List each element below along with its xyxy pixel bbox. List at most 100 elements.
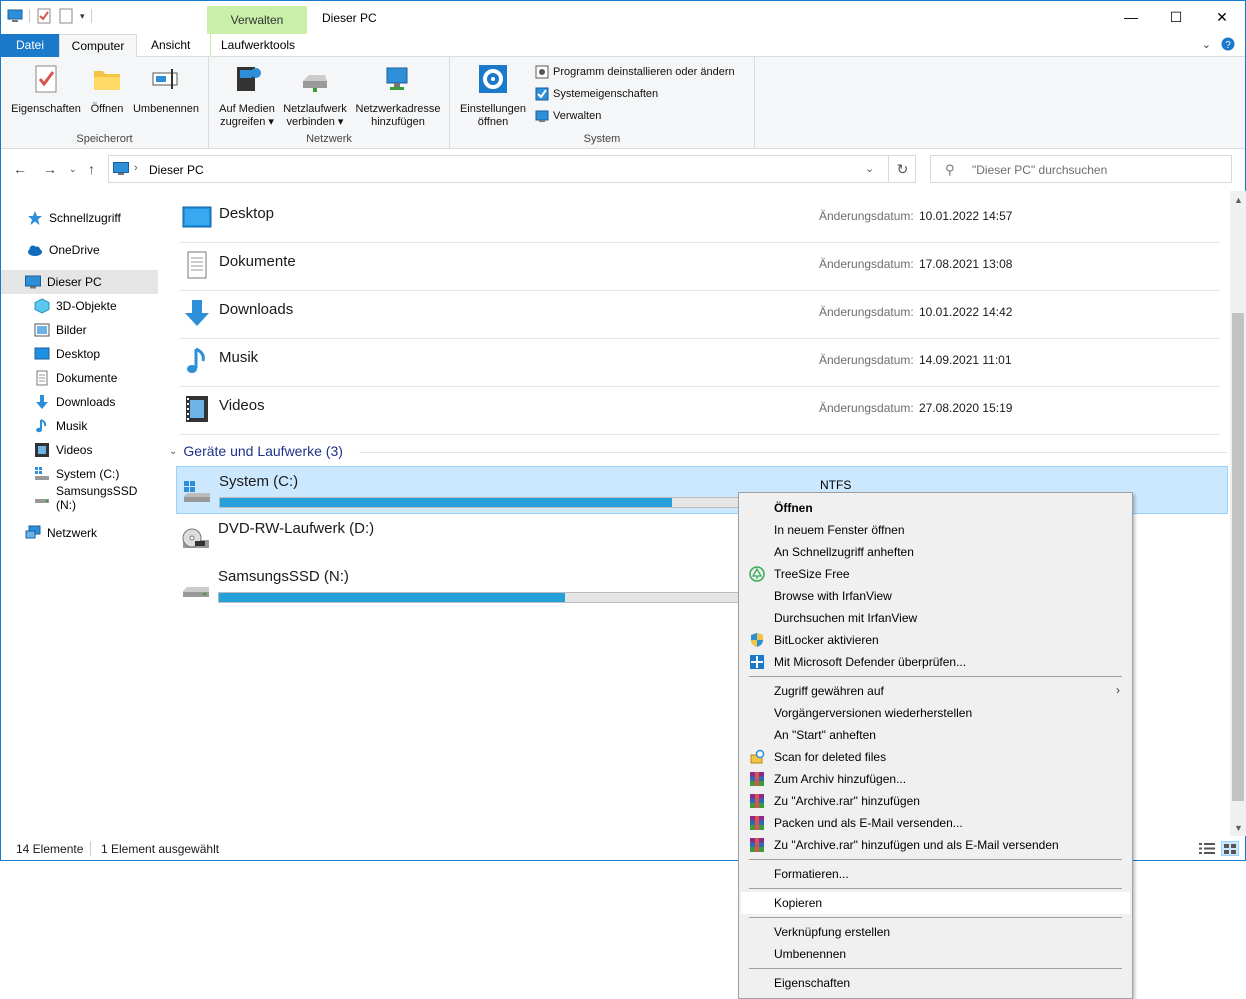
tab-computer[interactable]: Computer: [59, 34, 137, 57]
list-item[interactable]: Videos Änderungsdatum: 27.08.2020 15:19: [179, 387, 1220, 435]
qat-divider: [90, 9, 92, 23]
scroll-down-icon[interactable]: ▼: [1234, 823, 1243, 833]
qat-dropdown-icon[interactable]: ▾: [80, 11, 85, 22]
properties-icon[interactable]: [36, 8, 52, 24]
recent-dropdown-icon[interactable]: ⌄: [69, 164, 77, 175]
tab-view[interactable]: Ansicht: [141, 34, 200, 57]
nav-item-downloads[interactable]: Downloads: [1, 390, 158, 414]
scroll-thumb[interactable]: [1232, 313, 1244, 801]
nav-item-onedrive[interactable]: OneDrive: [1, 238, 158, 262]
open-settings-button[interactable]: Einstellungen öffnen: [454, 63, 532, 129]
nav-item-videos[interactable]: Videos: [1, 438, 158, 462]
nav-item-this-pc[interactable]: Dieser PC: [1, 270, 158, 294]
menu-item-scan-deleted[interactable]: Scan for deleted files: [741, 746, 1130, 768]
refresh-button[interactable]: ↻: [888, 156, 916, 182]
menu-item-give-access[interactable]: Zugriff gewähren auf ›: [741, 680, 1130, 702]
system-properties-button[interactable]: Systemeigenschaften: [535, 87, 658, 101]
nav-item-pictures[interactable]: Bilder: [1, 318, 158, 342]
search-input[interactable]: ⚲ "Dieser PC" durchsuchen: [930, 155, 1232, 183]
menu-item-add-archive[interactable]: Zum Archiv hinzufügen...: [741, 768, 1130, 790]
up-icon[interactable]: ↑: [88, 161, 95, 177]
back-icon[interactable]: ←: [13, 161, 27, 177]
downloads-folder-icon: [185, 300, 209, 326]
new-folder-icon[interactable]: [58, 8, 74, 24]
minimize-button[interactable]: —: [1108, 1, 1154, 33]
menu-item-create-shortcut[interactable]: Verknüpfung erstellen: [741, 921, 1130, 943]
menu-item-search-irfanview[interactable]: Durchsuchen mit IrfanView: [741, 607, 1130, 629]
list-item[interactable]: Desktop Änderungsdatum: 10.01.2022 14:57: [179, 195, 1220, 243]
cube-icon: [34, 298, 50, 314]
rename-icon: [152, 69, 178, 89]
menu-label: TreeSize Free: [774, 567, 850, 581]
breadcrumb-separator-icon[interactable]: ›: [134, 162, 138, 174]
vertical-scrollbar[interactable]: ▲ ▼: [1230, 191, 1246, 836]
menu-label: Packen und als E-Mail versenden...: [774, 816, 963, 830]
address-dropdown-icon[interactable]: ⌄: [865, 162, 874, 175]
menu-label: Mit Microsoft Defender überprüfen...: [774, 655, 967, 669]
list-item[interactable]: Musik Änderungsdatum: 14.09.2021 11:01: [179, 339, 1220, 387]
settings-label-1: Einstellungen: [459, 103, 527, 115]
close-button[interactable]: ✕: [1199, 1, 1245, 33]
list-item[interactable]: Downloads Änderungsdatum: 10.01.2022 14:…: [179, 291, 1220, 339]
menu-item-rename[interactable]: Umbenennen: [741, 943, 1130, 965]
access-media-button[interactable]: Auf Medien zugreifen ▾: [215, 63, 279, 129]
nav-item-desktop[interactable]: Desktop: [1, 342, 158, 366]
menu-item-defender-scan[interactable]: Mit Microsoft Defender überprüfen...: [741, 651, 1130, 673]
properties-button[interactable]: Eigenschaften: [9, 63, 83, 116]
menu-item-browse-irfanview[interactable]: Browse with IrfanView: [741, 585, 1130, 607]
folder-date: 14.09.2021 11:01: [919, 353, 1012, 367]
close-icon: ✕: [1216, 8, 1228, 25]
menu-item-copy[interactable]: Kopieren: [741, 892, 1130, 914]
drive-name: DVD-RW-Laufwerk (D:): [218, 520, 375, 537]
menu-label: Umbenennen: [774, 947, 847, 961]
nav-item-samsung-ssd[interactable]: SamsungsSSD (N:): [1, 484, 158, 512]
menu-item-open[interactable]: Öffnen: [741, 497, 1130, 519]
breadcrumb[interactable]: Dieser PC: [149, 163, 204, 177]
menu-item-pin-quick-access[interactable]: An Schnellzugriff anheften: [741, 541, 1130, 563]
menu-item-format[interactable]: Formatieren...: [741, 863, 1130, 885]
menu-item-bitlocker[interactable]: BitLocker aktivieren: [741, 629, 1130, 651]
menu-item-properties[interactable]: Eigenschaften: [741, 972, 1130, 994]
menu-item-pin-start[interactable]: An "Start" anheften: [741, 724, 1130, 746]
add-network-location-button[interactable]: Netzwerkadresse hinzufügen: [353, 63, 443, 129]
chevron-down-icon[interactable]: ⌄: [169, 446, 177, 457]
menu-item-open-new-window[interactable]: In neuem Fenster öffnen: [741, 519, 1130, 541]
forward-icon[interactable]: →: [43, 161, 57, 177]
star-icon: [28, 211, 42, 225]
nav-label: Schnellzugriff: [49, 211, 121, 225]
menu-item-add-archive-rar[interactable]: Zu "Archive.rar" hinzufügen: [741, 790, 1130, 812]
menu-item-restore-versions[interactable]: Vorgängerversionen wiederherstellen: [741, 702, 1130, 724]
menu-item-add-archive-email[interactable]: Zu "Archive.rar" hinzufügen und als E-Ma…: [741, 834, 1130, 856]
nav-item-system-drive[interactable]: System (C:): [1, 462, 158, 486]
map-network-drive-button[interactable]: Netzlaufwerk verbinden ▾: [279, 63, 351, 129]
ribbon-expand-icon[interactable]: ⌄: [1202, 38, 1211, 51]
menu-item-pack-email[interactable]: Packen und als E-Mail versenden...: [741, 812, 1130, 834]
nav-item-network[interactable]: Netzwerk: [1, 521, 158, 545]
tab-file[interactable]: Datei: [1, 34, 59, 57]
scroll-up-icon[interactable]: ▲: [1234, 195, 1243, 205]
nav-label: Dieser PC: [47, 275, 102, 289]
large-icons-view-icon[interactable]: [1221, 841, 1239, 856]
nav-label: Musik: [56, 419, 88, 433]
nav-item-quick-access[interactable]: Schnellzugriff: [1, 206, 158, 230]
list-item[interactable]: Dokumente Änderungsdatum: 17.08.2021 13:…: [179, 243, 1220, 291]
maximize-button[interactable]: ☐: [1153, 1, 1199, 33]
address-bar[interactable]: › Dieser PC ⌄ ↻: [108, 155, 916, 183]
help-icon[interactable]: ?: [1221, 37, 1235, 51]
open-button[interactable]: Öffnen: [87, 63, 127, 116]
manage-button[interactable]: Verwalten: [535, 109, 601, 123]
nav-item-3d-objects[interactable]: 3D-Objekte: [1, 294, 158, 318]
uninstall-program-button[interactable]: Programm deinstallieren oder ändern: [535, 65, 735, 79]
context-tab-header[interactable]: Verwalten: [207, 6, 307, 34]
nav-item-music[interactable]: Musik: [1, 414, 158, 438]
nav-item-documents[interactable]: Dokumente: [1, 366, 158, 390]
group-header-devices[interactable]: ⌄ Geräte und Laufwerke (3): [169, 443, 343, 459]
rename-button[interactable]: Umbenennen: [129, 63, 203, 116]
menu-label: Zum Archiv hinzufügen...: [774, 772, 907, 786]
drive-usage-bar: [218, 592, 778, 603]
network-location-icon: [386, 67, 408, 90]
pc-icon[interactable]: [7, 8, 23, 24]
tab-drive-tools[interactable]: Laufwerktools: [210, 34, 305, 57]
details-view-icon[interactable]: [1198, 841, 1216, 856]
menu-item-treesize[interactable]: TreeSize Free: [741, 563, 1130, 585]
